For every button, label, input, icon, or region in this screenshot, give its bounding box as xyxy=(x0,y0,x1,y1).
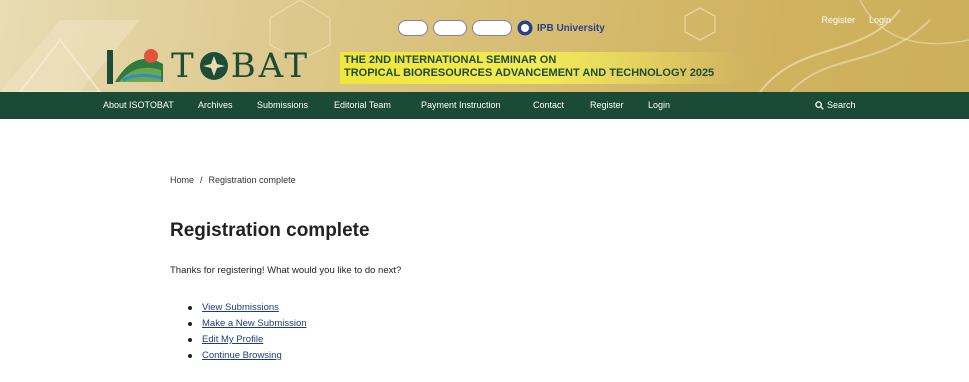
nav-register[interactable]: Register xyxy=(590,92,624,119)
top-login-link[interactable]: Login xyxy=(869,15,891,25)
bullet xyxy=(188,322,192,326)
top-account-links: Register Login xyxy=(821,15,891,25)
search-label: Search xyxy=(827,100,856,110)
partner-logo-badge xyxy=(398,20,428,36)
list-item: View Submissions xyxy=(188,300,307,316)
next-actions-list: View Submissions Make a New Submission E… xyxy=(188,300,307,364)
partner-logo-badge xyxy=(472,20,512,36)
list-item: Edit My Profile xyxy=(188,332,307,348)
breadcrumb: Home / Registration complete xyxy=(170,175,296,185)
search-icon xyxy=(815,101,824,110)
view-submissions-link[interactable]: View Submissions xyxy=(202,300,279,316)
bullet xyxy=(188,338,192,342)
logo-wordmark: T BAT xyxy=(171,46,311,86)
ipb-logo: IPB University xyxy=(517,20,605,36)
edit-profile-link[interactable]: Edit My Profile xyxy=(202,332,263,348)
list-item: Make a New Submission xyxy=(188,316,307,332)
seminar-title: THE 2ND INTERNATIONAL SEMINAR ON TROPICA… xyxy=(340,52,740,84)
breadcrumb-home[interactable]: Home xyxy=(170,175,194,185)
search-link[interactable]: Search xyxy=(815,92,856,119)
site-logo[interactable]: T BAT xyxy=(105,44,310,84)
intro-text: Thanks for registering! What would you l… xyxy=(170,265,402,276)
nav-login[interactable]: Login xyxy=(648,92,670,119)
logo-landscape-icon xyxy=(107,49,163,84)
bullet xyxy=(188,354,192,358)
nav-submissions[interactable]: Submissions xyxy=(257,92,308,119)
site-banner: IPB University Register Login T BAT THE … xyxy=(0,0,969,92)
main-nav: About ISOTOBAT Archives Submissions Edit… xyxy=(0,92,969,119)
partner-logo-badge xyxy=(433,20,467,36)
ipb-seal-icon xyxy=(517,20,533,36)
page-title: Registration complete xyxy=(170,220,370,241)
nav-contact[interactable]: Contact xyxy=(533,92,564,119)
nav-editorial-team[interactable]: Editorial Team xyxy=(334,92,391,119)
breadcrumb-current: Registration complete xyxy=(208,175,296,185)
nav-about[interactable]: About ISOTOBAT xyxy=(103,92,174,119)
partner-name: IPB University xyxy=(537,22,605,34)
bullet xyxy=(188,306,192,310)
top-register-link[interactable]: Register xyxy=(821,15,855,25)
continue-browsing-link[interactable]: Continue Browsing xyxy=(202,348,282,364)
logo-seal-icon xyxy=(199,52,228,80)
nav-archives[interactable]: Archives xyxy=(198,92,233,119)
list-item: Continue Browsing xyxy=(188,348,307,364)
nav-payment-instruction[interactable]: Payment Instruction xyxy=(421,92,501,119)
seminar-title-line1: THE 2ND INTERNATIONAL SEMINAR ON xyxy=(344,54,557,66)
breadcrumb-separator: / xyxy=(200,175,203,185)
new-submission-link[interactable]: Make a New Submission xyxy=(202,316,307,332)
partner-logos: IPB University xyxy=(398,20,605,36)
seminar-title-line2: TROPICAL BIORESOURCES ADVANCEMENT AND TE… xyxy=(344,67,715,79)
